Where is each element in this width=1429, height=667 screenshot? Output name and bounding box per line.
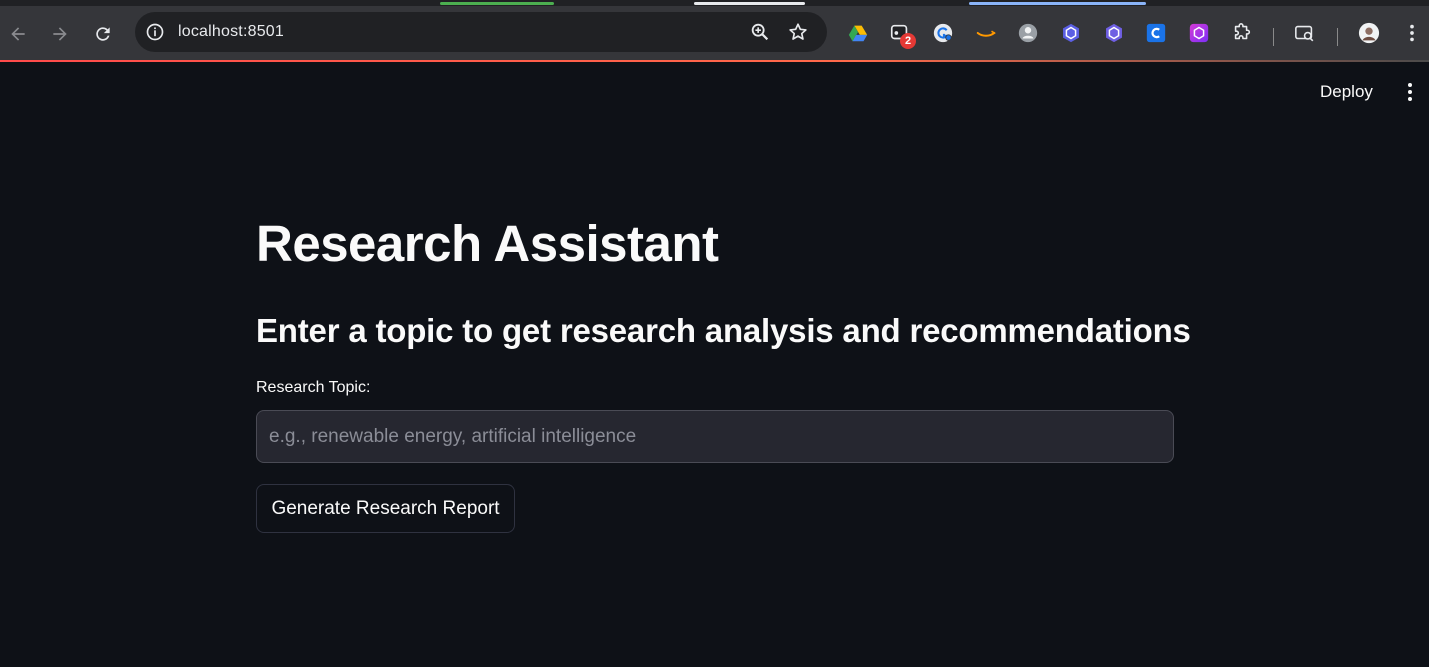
google-drive-icon: [848, 25, 868, 42]
research-topic-label: Research Topic:: [256, 379, 371, 396]
menu-dot: [1408, 90, 1412, 94]
reload-icon: [96, 27, 110, 41]
profile-extension[interactable]: [1014, 19, 1042, 47]
profile-extension-icon: [1018, 23, 1038, 43]
generate-report-button[interactable]: Generate Research Report: [256, 484, 515, 533]
c-extension-icon: [1146, 23, 1166, 43]
c-extension[interactable]: [1142, 19, 1170, 47]
back-button[interactable]: [4, 20, 32, 48]
hexagon-extension-icon: [1063, 23, 1079, 43]
address-bar[interactable]: localhost:8501: [135, 12, 827, 52]
back-arrow-icon: [11, 27, 25, 41]
browser-toolbar: localhost:8501 2: [0, 6, 1429, 60]
bookmark-star-icon[interactable]: [787, 21, 809, 43]
amazon-icon: [976, 30, 996, 37]
research-topic-input[interactable]: [256, 410, 1174, 463]
site-info-icon[interactable]: [145, 22, 165, 42]
forward-arrow-icon: [53, 27, 67, 41]
tab-indicator-blue[interactable]: [969, 2, 1146, 5]
tab-indicator-green[interactable]: [440, 2, 554, 5]
browser-chrome: localhost:8501 2: [0, 0, 1429, 62]
toolbar-separator: [1337, 28, 1338, 46]
toolbar-separator: [1273, 28, 1274, 46]
google-drive-extension[interactable]: [844, 19, 872, 47]
vertical-dots-icon: [1410, 24, 1414, 42]
tab-counter-extension[interactable]: 2: [886, 19, 916, 49]
menu-dot: [1408, 83, 1412, 87]
zoom-icon[interactable]: [749, 21, 771, 43]
browser-menu-button[interactable]: [1398, 19, 1426, 47]
reload-button[interactable]: [89, 20, 117, 48]
grammarly-extension[interactable]: [929, 19, 957, 47]
forward-button[interactable]: [46, 20, 74, 48]
tab-search-icon: [1295, 25, 1314, 42]
app-loading-bar: [0, 60, 1429, 62]
puzzle-icon: [1234, 23, 1251, 40]
menu-dot: [1408, 97, 1412, 101]
extensions-menu-button[interactable]: [1228, 19, 1256, 47]
app-menu-button[interactable]: [1398, 78, 1422, 106]
grammarly-icon: [933, 23, 953, 43]
amazon-extension[interactable]: [972, 19, 1000, 47]
hexagon-extension-2-icon: [1106, 23, 1122, 43]
gradient-extension[interactable]: [1185, 19, 1213, 47]
url-text[interactable]: localhost:8501: [178, 23, 284, 41]
hexagon-extension-2[interactable]: [1100, 19, 1128, 47]
deploy-button[interactable]: Deploy: [1306, 78, 1387, 106]
page-title: Research Assistant: [256, 215, 719, 272]
profile-avatar-button[interactable]: [1355, 19, 1383, 47]
hexagon-extension[interactable]: [1057, 19, 1085, 47]
extension-badge: 2: [900, 33, 916, 49]
avatar-icon: [1358, 22, 1380, 44]
gradient-extension-icon: [1189, 23, 1209, 43]
page-subtitle: Enter a topic to get research analysis a…: [256, 312, 1191, 349]
tab-search-button[interactable]: [1291, 19, 1319, 47]
tab-indicator-active[interactable]: [694, 2, 805, 5]
